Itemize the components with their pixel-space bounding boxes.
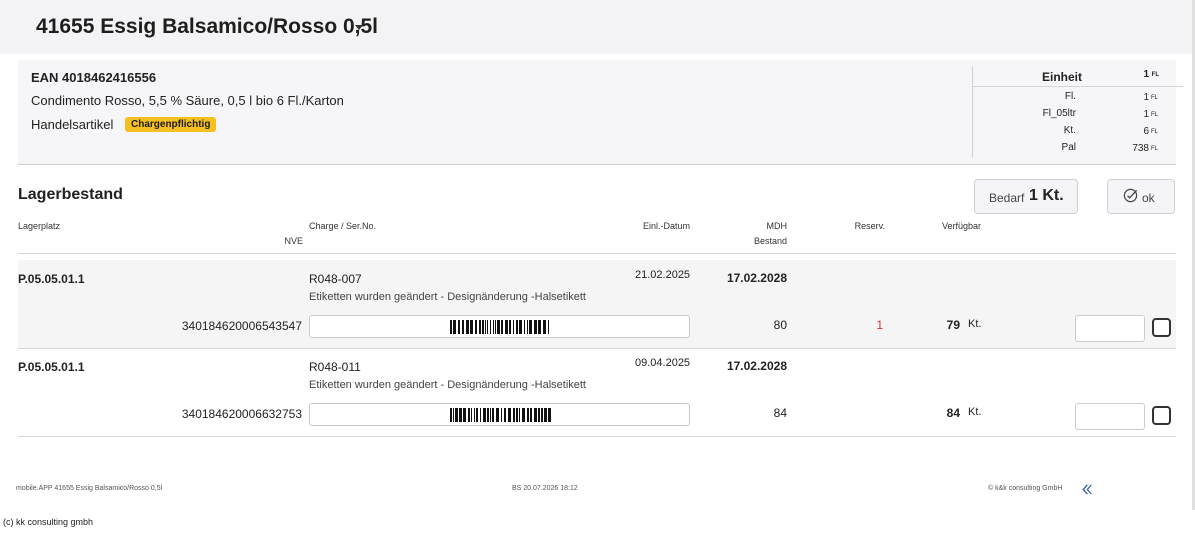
table-row: P.05.05.01.1 R048-011 Etiketten wurden g… xyxy=(18,348,1176,437)
verfuegbar-value: 79 xyxy=(946,318,960,332)
reserv-value: 1 xyxy=(876,318,883,332)
unit-unit: FL xyxy=(1150,146,1158,152)
section-title: Lagerbestand xyxy=(18,186,123,203)
footer-right: © k&k consulting GmbH xyxy=(988,485,1063,492)
check-circle-icon xyxy=(1123,188,1138,203)
barcode-field xyxy=(309,403,690,426)
bestand-value: 80 xyxy=(773,318,787,332)
mdh-value: 17.02.2028 xyxy=(726,271,787,285)
col-datum: Einl.-Datum xyxy=(642,221,690,231)
ok-label: ok xyxy=(1142,191,1155,205)
unit-header-unit: FL xyxy=(1151,72,1159,78)
unit-row: Kt. 6 FL xyxy=(973,123,1183,140)
ean-label: EAN 4018462416556 xyxy=(31,70,157,85)
article-description: Condimento Rosso, 5,5 % Säure, 0,5 l bio… xyxy=(31,93,344,108)
article-type: Handelsartikel xyxy=(31,117,114,132)
table-row: P.05.05.01.1 R048-007 Etiketten wurden g… xyxy=(18,260,1176,349)
verfuegbar-value: 84 xyxy=(946,406,960,420)
lagerplatz-value: P.05.05.01.1 xyxy=(18,360,85,374)
charge-value: R048-007 xyxy=(309,272,362,286)
nve-value: 340184620006543547 xyxy=(181,319,302,333)
unit-row: Fl_05ltr 1 FL xyxy=(973,106,1183,123)
quantity-input[interactable] xyxy=(1075,315,1145,342)
article-info: EAN 4018462416556 Condimento Rosso, 5,5 … xyxy=(18,60,1183,165)
col-reserv: Reserv. xyxy=(854,221,885,231)
unit-header-row: Einheit 1 FL xyxy=(973,66,1183,87)
col-verfuegbar: Verfügbar xyxy=(941,221,981,231)
status-badge: Chargenpflichtig xyxy=(125,117,217,132)
quantity-input[interactable] xyxy=(1075,403,1145,430)
select-checkbox[interactable] xyxy=(1152,406,1171,425)
double-chevron-left-icon[interactable] xyxy=(1081,484,1092,495)
unit-value: 738 xyxy=(1132,143,1149,154)
bedarf-label: Bedarf xyxy=(989,191,1025,205)
barcode-field xyxy=(309,315,690,338)
footer-center: BS 20.07.2026 18:12 xyxy=(512,485,578,492)
unit-unit: FL xyxy=(1150,95,1158,101)
bestand-value: 84 xyxy=(773,406,787,420)
charge-value: R048-011 xyxy=(309,360,361,374)
unit-row: Fl. 1 FL xyxy=(973,89,1183,106)
col-mdh: MDH xyxy=(766,221,788,231)
unit-table: Einheit 1 FL Fl. 1 FL Fl_05ltr 1 FL Kt. … xyxy=(972,66,1183,158)
charge-note: Etiketten wurden geändert - Designänderu… xyxy=(309,379,586,391)
select-checkbox[interactable] xyxy=(1152,318,1171,337)
unit-header-value: 1 xyxy=(1143,69,1149,80)
barcode-image xyxy=(450,320,549,334)
unit-header-label: Einheit xyxy=(1041,70,1082,84)
header-divider xyxy=(18,253,1176,254)
datum-value: 21.02.2025 xyxy=(635,269,691,281)
lagerplatz-value: P.05.05.01.1 xyxy=(18,272,85,286)
col-lagerplatz: Lagerplatz xyxy=(18,221,61,231)
col-bestand: Bestand xyxy=(753,236,787,246)
chevron-down-icon[interactable] xyxy=(355,25,363,30)
bedarf-value: 1 Kt. xyxy=(1029,187,1064,204)
verfuegbar-unit: Kt. xyxy=(968,318,982,330)
unit-value: 1 xyxy=(1143,109,1149,120)
col-charge: Charge / Ser.No. xyxy=(309,221,377,231)
mdh-value: 17.02.2028 xyxy=(726,359,787,373)
page-title: 41655 Essig Balsamico/Rosso 0,5l xyxy=(36,15,379,38)
bedarf-button[interactable]: Bedarf 1 Kt. xyxy=(974,179,1078,214)
copyright-text: (c) kk consulting gmbh xyxy=(3,517,94,527)
verfuegbar-unit: Kt. xyxy=(968,406,982,418)
unit-value: 6 xyxy=(1143,126,1149,137)
unit-label: Pal xyxy=(1061,142,1076,153)
unit-value: 1 xyxy=(1143,92,1149,103)
footer-left: mobile.APP 41655 Essig Balsamico/Rosso 0… xyxy=(16,485,163,492)
barcode-image xyxy=(450,408,551,422)
charge-note: Etiketten wurden geändert - Designänderu… xyxy=(309,291,586,303)
unit-unit: FL xyxy=(1150,112,1158,118)
unit-label: Fl. xyxy=(1064,91,1076,102)
unit-label: Kt. xyxy=(1063,125,1076,136)
nve-value: 340184620006632753 xyxy=(181,407,302,421)
unit-unit: FL xyxy=(1150,129,1158,135)
col-nve: NVE xyxy=(284,236,303,246)
app-header: 41655 Essig Balsamico/Rosso 0,5l xyxy=(0,0,1195,54)
datum-value: 09.04.2025 xyxy=(635,357,691,369)
ok-button[interactable]: ok xyxy=(1107,179,1175,214)
unit-row: Pal 738 FL xyxy=(973,140,1183,157)
unit-label: Fl_05ltr xyxy=(1042,108,1076,119)
